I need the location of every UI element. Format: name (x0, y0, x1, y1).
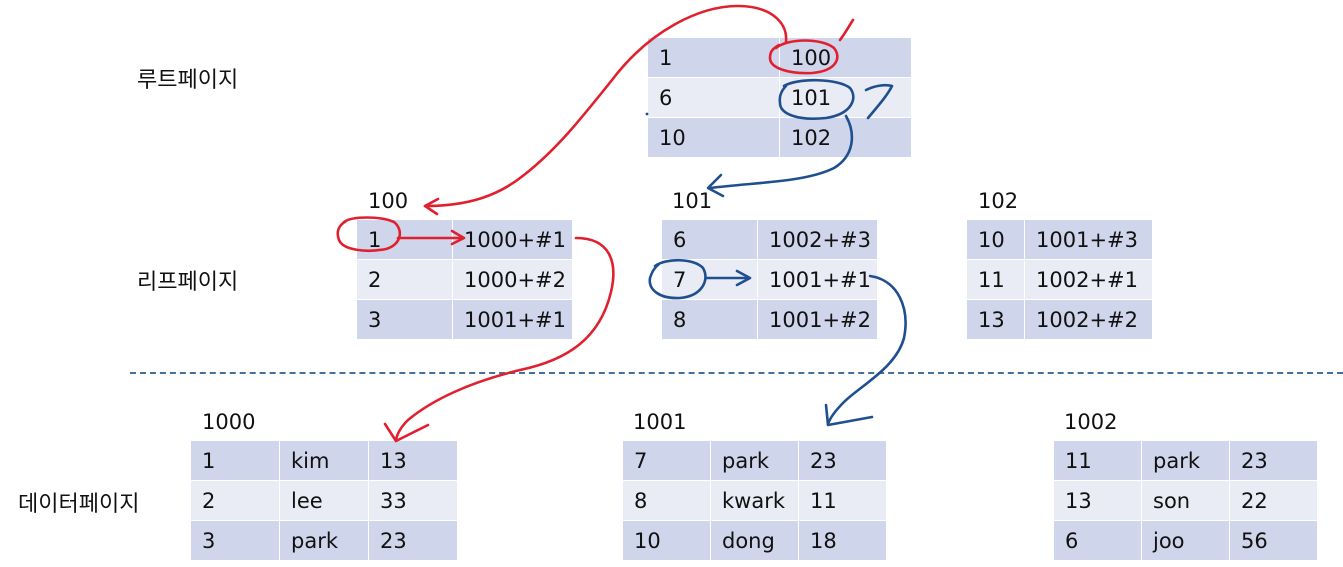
arrow-line (423, 4, 788, 208)
arrow-line (394, 236, 615, 442)
pen-tick (838, 18, 855, 42)
circle-mark (768, 39, 839, 75)
ink-dot (645, 112, 649, 116)
circle-mark (778, 78, 855, 120)
hand-annotation-layer (336, 4, 907, 443)
circle-mark (648, 258, 707, 300)
arrowhead (383, 422, 430, 443)
red-annotation (336, 4, 855, 443)
arrow-line (826, 274, 907, 426)
arrow-line (708, 114, 854, 190)
blue-annotation (648, 78, 907, 427)
circle-mark (336, 216, 402, 252)
search-key-seven-mark (864, 83, 894, 120)
